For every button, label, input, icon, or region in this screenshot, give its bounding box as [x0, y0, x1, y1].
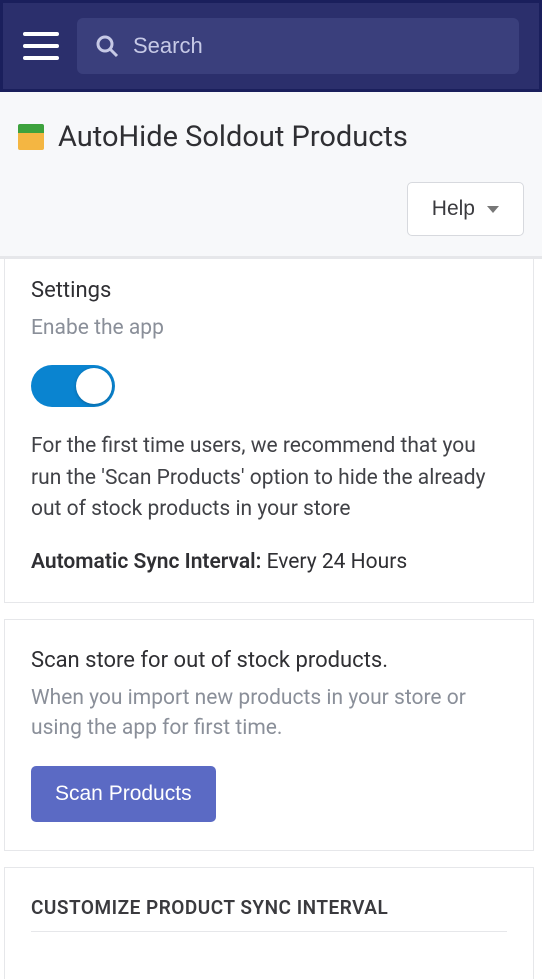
enable-app-toggle[interactable] [31, 365, 115, 407]
customize-heading: CUSTOMIZE PRODUCT SYNC INTERVAL [31, 896, 507, 932]
enable-app-label: Enabe the app [31, 313, 507, 343]
search-box[interactable] [77, 18, 519, 74]
settings-title: Settings [31, 278, 507, 303]
sync-interval-line: Automatic Sync Interval: Every 24 Hours [31, 550, 507, 574]
customize-card: CUSTOMIZE PRODUCT SYNC INTERVAL [4, 867, 534, 979]
scan-card: Scan store for out of stock products. Wh… [4, 619, 534, 851]
page-header: AutoHide Soldout Products Help [0, 92, 542, 257]
search-icon [95, 34, 119, 58]
sync-interval-label: Automatic Sync Interval: [31, 550, 261, 574]
scan-subtitle: When you import new products in your sto… [31, 683, 507, 744]
recommend-text: For the first time users, we recommend t… [31, 431, 507, 526]
chevron-down-icon [487, 206, 499, 213]
hamburger-menu-icon[interactable] [23, 32, 59, 60]
toggle-knob [76, 368, 112, 404]
help-button-label: Help [432, 197, 475, 221]
main-scroll-area[interactable]: Settings Enabe the app For the first tim… [0, 257, 542, 979]
scan-title: Scan store for out of stock products. [31, 648, 507, 673]
scan-products-button[interactable]: Scan Products [31, 766, 216, 822]
app-icon [18, 124, 44, 150]
scan-products-button-label: Scan Products [55, 782, 192, 805]
help-button[interactable]: Help [407, 182, 524, 236]
search-input[interactable] [133, 33, 501, 59]
top-bar [0, 0, 542, 92]
page-title: AutoHide Soldout Products [58, 120, 408, 154]
sync-interval-value: Every 24 Hours [267, 550, 408, 574]
settings-card: Settings Enabe the app For the first tim… [4, 257, 534, 603]
